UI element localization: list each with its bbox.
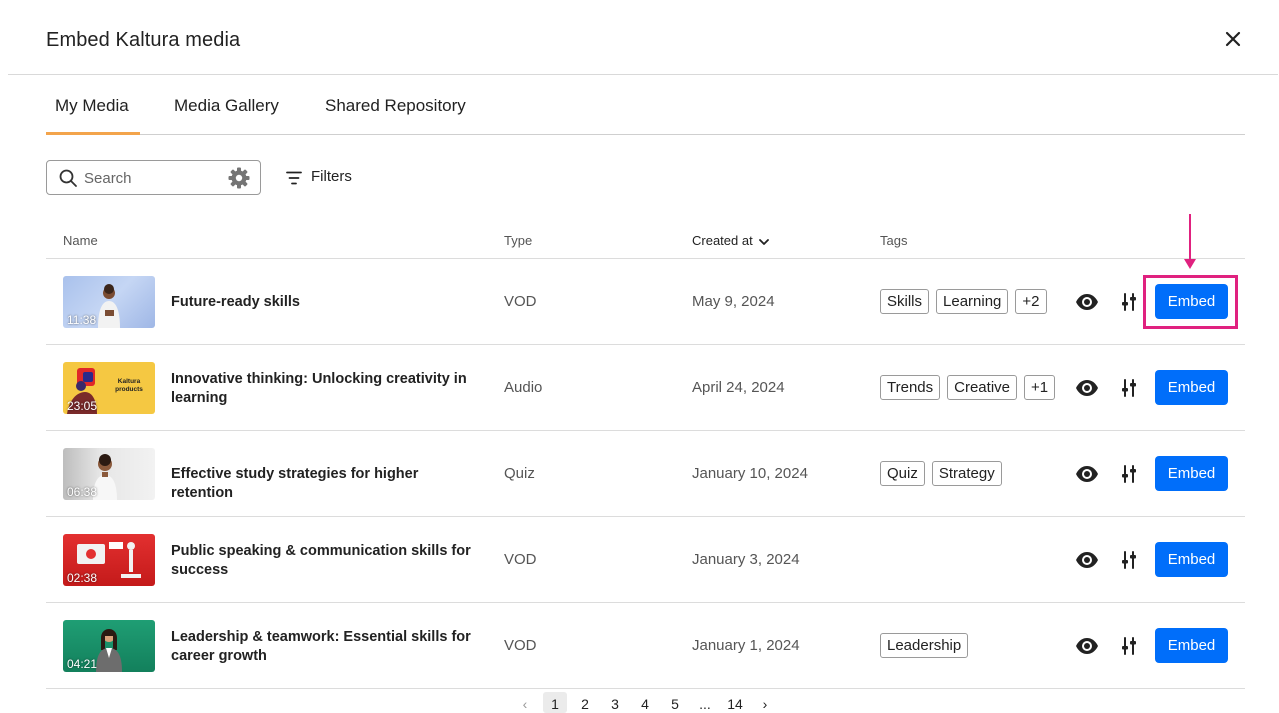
column-header-tags: Tags <box>880 233 908 248</box>
thumbnail-text: Kaltura products <box>115 378 143 393</box>
media-title-line: career growth <box>171 648 267 664</box>
table-row: 04:21 Leadership & teamwork: Essential s… <box>46 603 1245 689</box>
media-title[interactable]: Public speaking & communication skills f… <box>171 542 481 580</box>
media-title-line: Leadership & teamwork: Essential skills … <box>171 629 471 645</box>
dialog-title: Embed Kaltura media <box>46 29 241 51</box>
tag-chip[interactable]: Quiz <box>880 461 925 486</box>
table-row: 11:38 Future-ready skills VOD May 9, 202… <box>46 259 1245 345</box>
filter-icon <box>285 169 303 191</box>
tag-chip[interactable]: Skills <box>880 289 930 314</box>
table-row: Kaltura products 23:05 Innovative thinki… <box>46 345 1245 431</box>
column-header-type: Type <box>504 233 533 248</box>
search-box <box>46 160 261 195</box>
pagination-page[interactable]: 14 <box>723 692 747 713</box>
media-title-line: Innovative thinking: Unlocking creativit… <box>171 371 467 387</box>
media-created-date: January 3, 2024 <box>692 551 800 568</box>
media-title-line: success <box>171 562 229 578</box>
dialog-header: Embed Kaltura media <box>8 0 1278 75</box>
filters-label: Filters <box>311 168 352 185</box>
tag-list: Quiz Strategy <box>880 461 1002 487</box>
media-title[interactable]: Leadership & teamwork: Essential skills … <box>171 628 481 666</box>
search-icon <box>58 168 78 193</box>
embed-button[interactable]: Embed <box>1155 628 1228 663</box>
media-type: Audio <box>504 379 543 396</box>
tag-list: Leadership <box>880 633 969 659</box>
tag-chip[interactable]: Trends <box>880 375 941 400</box>
media-title[interactable]: Effective study strategies for higher re… <box>171 465 481 503</box>
media-created-date: April 24, 2024 <box>692 379 785 396</box>
sliders-icon[interactable] <box>1119 378 1139 403</box>
column-header-created-at[interactable]: Created at <box>692 233 769 249</box>
table-row: 06:38 Effective study strategies for hig… <box>46 431 1245 517</box>
arrow-down-icon <box>1184 256 1196 274</box>
duration-badge: 02:38 <box>67 571 98 585</box>
search-input[interactable] <box>84 167 224 189</box>
sliders-icon[interactable] <box>1119 464 1139 489</box>
chevron-down-icon <box>758 234 769 249</box>
media-created-date: May 9, 2024 <box>692 293 775 310</box>
tab-my-media[interactable]: My Media <box>46 85 140 135</box>
sliders-icon[interactable] <box>1119 636 1139 661</box>
media-title-line: Future-ready skills <box>171 294 300 310</box>
column-header-name: Name <box>63 233 98 248</box>
tab-media-gallery[interactable]: Media Gallery <box>174 85 279 135</box>
media-title-line: Effective study strategies for higher re… <box>171 466 419 501</box>
tag-more-chip[interactable]: +1 <box>1024 375 1056 400</box>
media-title-line: learning <box>171 390 228 406</box>
tag-more-chip[interactable]: +2 <box>1015 289 1047 314</box>
media-title-line: Public speaking & communication skills f… <box>171 543 471 559</box>
eye-icon[interactable] <box>1075 378 1099 403</box>
annotation-highlight <box>1143 275 1238 329</box>
tag-chip[interactable]: Strategy <box>931 461 1002 486</box>
annotation-arrow <box>1189 214 1191 260</box>
thumbnail[interactable]: 11:38 <box>63 276 155 328</box>
media-type: VOD <box>504 551 537 568</box>
pagination-ellipsis: ... <box>699 696 711 712</box>
media-created-date: January 10, 2024 <box>692 465 808 482</box>
thumbnail[interactable]: 02:38 <box>63 534 155 586</box>
eye-icon[interactable] <box>1075 464 1099 489</box>
embed-button[interactable]: Embed <box>1155 370 1228 405</box>
column-header-created-label: Created at <box>692 233 753 248</box>
pagination-page[interactable]: 4 <box>635 692 655 713</box>
media-type: Quiz <box>504 465 535 482</box>
pagination-next[interactable]: › <box>755 692 775 713</box>
pagination-page[interactable]: 2 <box>575 692 595 713</box>
tag-list: Skills Learning +2 <box>880 289 1047 315</box>
tag-chip[interactable]: Learning <box>936 289 1009 314</box>
duration-badge: 04:21 <box>67 657 98 671</box>
media-title[interactable]: Innovative thinking: Unlocking creativit… <box>171 370 481 408</box>
thumbnail[interactable]: Kaltura products 23:05 <box>63 362 155 414</box>
tag-chip[interactable]: Leadership <box>880 633 969 658</box>
eye-icon[interactable] <box>1075 636 1099 661</box>
pagination-page[interactable]: 5 <box>665 692 685 713</box>
eye-icon[interactable] <box>1075 550 1099 575</box>
media-type: VOD <box>504 637 537 654</box>
close-icon[interactable] <box>1222 28 1244 50</box>
thumbnail[interactable]: 04:21 <box>63 620 155 672</box>
pagination-page[interactable]: 1 <box>543 692 567 713</box>
tab-shared-repository[interactable]: Shared Repository <box>325 85 466 135</box>
duration-badge: 23:05 <box>67 399 98 413</box>
embed-button[interactable]: Embed <box>1155 456 1228 491</box>
sliders-icon[interactable] <box>1119 292 1139 317</box>
eye-icon[interactable] <box>1075 292 1099 317</box>
embed-dialog: Embed Kaltura media My Media Media Galle… <box>0 0 1279 713</box>
duration-badge: 06:38 <box>67 485 98 499</box>
media-created-date: January 1, 2024 <box>692 637 800 654</box>
media-title[interactable]: Future-ready skills <box>171 293 481 312</box>
sliders-icon[interactable] <box>1119 550 1139 575</box>
embed-button[interactable]: Embed <box>1155 542 1228 577</box>
tag-chip[interactable]: Creative <box>947 375 1017 400</box>
pagination-prev[interactable]: ‹ <box>515 692 535 713</box>
table-row: 02:38 Public speaking & communication sk… <box>46 517 1245 603</box>
tag-list: Trends Creative +1 <box>880 375 1056 401</box>
pagination-page[interactable]: 3 <box>605 692 625 713</box>
thumbnail[interactable]: 06:38 <box>63 448 155 500</box>
duration-badge: 11:38 <box>67 313 97 327</box>
media-tabs: My Media Media Gallery Shared Repository <box>46 85 1245 135</box>
media-type: VOD <box>504 293 537 310</box>
gear-icon[interactable] <box>227 166 251 195</box>
